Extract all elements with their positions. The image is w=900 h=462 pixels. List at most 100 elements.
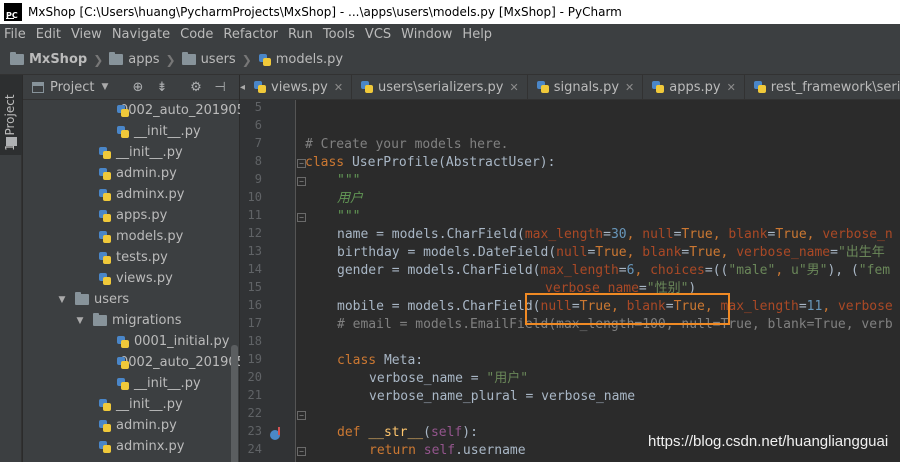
tree-item-file[interactable]: admin.py [23, 415, 239, 436]
project-view-selector[interactable]: Project [50, 80, 94, 95]
fold-collapse-icon[interactable]: − [297, 177, 306, 186]
python-file-icon [360, 80, 374, 94]
line-number: 17 [247, 316, 262, 330]
line-number: 24 [247, 442, 262, 456]
tree-item-file[interactable]: models.py [23, 226, 239, 247]
breadcrumb-users[interactable]: users [181, 52, 236, 67]
code-line-24: return self.username [369, 443, 526, 458]
menu-help[interactable]: Help [457, 24, 497, 45]
line-number: 5 [254, 100, 262, 114]
python-file-icon [98, 398, 112, 412]
breadcrumb-project[interactable]: MxShop [10, 52, 87, 67]
collapse-all-icon[interactable]: ⇟ [155, 81, 169, 95]
menu-tools[interactable]: Tools [318, 24, 360, 45]
close-icon[interactable]: ✕ [510, 81, 519, 94]
python-file-icon [258, 53, 272, 67]
tree-item-file[interactable]: __init__.py [23, 142, 239, 163]
project-tool-tab[interactable]: 1: Project [0, 75, 22, 155]
tab-views[interactable]: views.py ✕ [245, 75, 353, 99]
pycharm-logo-icon: PC [4, 3, 22, 21]
tree-item-folder-migrations[interactable]: ▼ migrations [23, 310, 239, 331]
code-line-7: # Create your models here. [305, 137, 509, 152]
python-file-icon [536, 80, 550, 94]
line-number-gutter: 5 6 7 8 9 10 11 12 13 14 15 16 17 18 19 … [240, 100, 296, 462]
menu-file[interactable]: File [0, 24, 31, 45]
code-editor[interactable]: 5 6 7 8 9 10 11 12 13 14 15 16 17 18 19 … [240, 100, 900, 462]
breadcrumb-file[interactable]: models.py [258, 52, 343, 67]
python-file-icon [98, 209, 112, 223]
tree-item-file[interactable]: __init__.py [23, 373, 239, 394]
tree-item-folder-users[interactable]: ▼ users [23, 289, 239, 310]
menu-view[interactable]: View [66, 24, 107, 45]
fold-end-icon[interactable]: − [297, 213, 306, 222]
tab-apps[interactable]: apps.py ✕ [643, 75, 745, 99]
python-file-icon [98, 188, 112, 202]
line-number: 9 [254, 172, 262, 186]
project-panel: Project ▼ ⊕ ⇟ ⚙ ⊣ 0002_auto_201905 __ini… [23, 75, 245, 462]
tree-item-file[interactable]: admin.py [23, 163, 239, 184]
project-header: Project ▼ ⊕ ⇟ ⚙ ⊣ [23, 75, 239, 100]
breadcrumb: MxShop ❯ apps ❯ users ❯ models.py [0, 45, 900, 75]
line-number: 16 [247, 298, 262, 312]
gear-icon[interactable]: ⚙ [189, 81, 203, 95]
menu-bar: File Edit View Navigate Code Refactor Ru… [0, 24, 900, 45]
menu-vcs[interactable]: VCS [360, 24, 396, 45]
python-file-icon [98, 146, 112, 160]
code-line-12: name = models.CharField(max_length=30, n… [337, 227, 893, 242]
folder-icon [6, 137, 17, 146]
line-number: 19 [247, 352, 262, 366]
tree-item-file[interactable]: adminx.py [23, 436, 239, 457]
chevron-right-icon: ❯ [93, 52, 104, 67]
menu-navigate[interactable]: Navigate [107, 24, 175, 45]
code-line-10: 用户 [337, 191, 364, 206]
watermark-text: https://blog.csdn.net/huangliangguai [648, 433, 889, 450]
tab-rest-framework-serializers[interactable]: rest_framework\serializers.py [745, 75, 900, 99]
folder-icon [181, 52, 196, 65]
locate-target-icon[interactable]: ⊕ [131, 81, 145, 95]
tree-scrollbar[interactable] [231, 345, 238, 462]
fold-end-icon[interactable]: − [297, 411, 306, 420]
code-line-21: verbose_name_plural = verbose_name [369, 389, 636, 404]
tree-item-file[interactable]: 0001_initial.py [23, 331, 239, 352]
menu-run[interactable]: Run [283, 24, 318, 45]
close-icon[interactable]: ✕ [625, 81, 634, 94]
line-number: 18 [247, 334, 262, 348]
code-line-8: class UserProfile(AbstractUser): [305, 155, 556, 170]
line-number: 20 [247, 370, 262, 384]
project-view-icon [32, 81, 44, 93]
menu-refactor[interactable]: Refactor [218, 24, 283, 45]
tree-item-file[interactable]: apps.py [23, 205, 239, 226]
expand-arrow-icon[interactable]: ▼ [57, 295, 67, 305]
python-file-icon [98, 230, 112, 244]
caret-down-icon[interactable]: ▼ [101, 82, 108, 92]
close-icon[interactable]: ✕ [727, 81, 736, 94]
tree-item-file[interactable]: tests.py [23, 247, 239, 268]
python-file-icon [98, 272, 112, 286]
breadcrumb-apps[interactable]: apps [109, 52, 160, 67]
tree-item-file[interactable]: adminx.py [23, 184, 239, 205]
hide-panel-icon[interactable]: ⊣ [213, 81, 227, 95]
tree-item-file[interactable]: 0002_auto_201905 [23, 100, 245, 121]
tree-item-file[interactable]: __init__.py [23, 394, 239, 415]
tab-users-serializers[interactable]: users\serializers.py ✕ [352, 75, 528, 99]
menu-window[interactable]: Window [396, 24, 457, 45]
code-line-19: class Meta: [337, 353, 424, 368]
left-tool-strip: 1: Project [0, 75, 22, 462]
close-icon[interactable]: ✕ [334, 81, 343, 94]
tab-signals[interactable]: signals.py ✕ [528, 75, 644, 99]
code-line-11: """ [337, 209, 361, 224]
line-number: 15 [247, 280, 262, 294]
expand-arrow-icon[interactable]: ▼ [75, 316, 85, 326]
line-number: 14 [247, 262, 262, 276]
tree-item-file[interactable]: views.py [23, 268, 239, 289]
line-number: 11 [247, 208, 262, 222]
menu-edit[interactable]: Edit [31, 24, 66, 45]
override-method-icon[interactable] [270, 427, 280, 440]
tree-item-file[interactable]: __init__.py [23, 121, 239, 142]
python-file-icon [253, 80, 267, 94]
python-file-icon [753, 80, 767, 94]
line-number: 21 [247, 388, 262, 402]
tree-item-file[interactable]: 0002_auto_201905 [23, 352, 245, 373]
menu-code[interactable]: Code [175, 24, 218, 45]
fold-collapse-icon[interactable]: − [297, 447, 306, 456]
